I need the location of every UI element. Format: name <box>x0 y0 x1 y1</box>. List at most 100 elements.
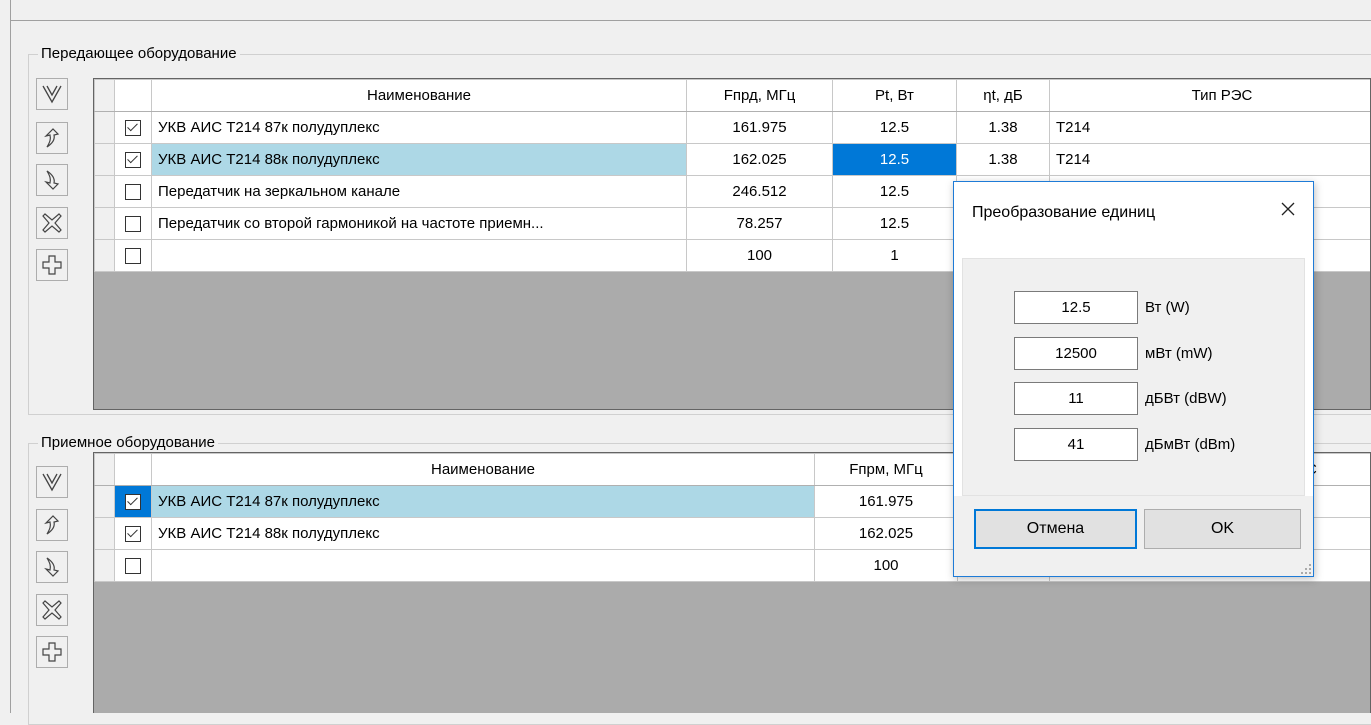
row-checkbox[interactable] <box>115 144 152 176</box>
move-up-icon <box>41 127 63 149</box>
row-header[interactable] <box>95 240 115 272</box>
add-button[interactable] <box>36 636 68 668</box>
cell-name[interactable]: УКВ АИС Т214 88к полудуплекс <box>152 518 815 550</box>
cell-frequency[interactable]: 162.025 <box>687 144 833 176</box>
row-header[interactable] <box>95 176 115 208</box>
check-column-header[interactable] <box>115 454 152 486</box>
row-checkbox[interactable] <box>115 208 152 240</box>
delete-icon <box>41 212 63 234</box>
move-down-icon <box>41 556 63 578</box>
milliwatt-label: мВт (mW) <box>1145 345 1213 362</box>
row-header-corner <box>95 454 115 486</box>
cell-name[interactable]: УКВ АИС Т214 87к полудуплекс <box>152 112 687 144</box>
checkbox[interactable] <box>125 494 141 510</box>
column-header-name[interactable]: Наименование <box>152 80 687 112</box>
row-header[interactable] <box>95 518 115 550</box>
milliwatt-input[interactable]: 12500 <box>1014 337 1138 370</box>
dbm-label: дБмВт (dBm) <box>1145 436 1235 453</box>
cell-name[interactable]: УКВ АИС Т214 88к полудуплекс <box>152 144 687 176</box>
row-header[interactable] <box>95 550 115 582</box>
row-checkbox[interactable] <box>115 486 152 518</box>
checkbox[interactable] <box>125 216 141 232</box>
cell-power[interactable]: 12.5 <box>833 112 957 144</box>
check-all-button[interactable] <box>36 78 68 110</box>
checkbox[interactable] <box>125 248 141 264</box>
add-icon <box>41 254 63 276</box>
table-row[interactable]: УКВ АИС Т214 88к полудуплекс 162.025 12.… <box>95 144 1371 176</box>
row-header[interactable] <box>95 208 115 240</box>
check-all-icon <box>41 83 63 105</box>
cell-loss[interactable]: 1.38 <box>957 144 1050 176</box>
delete-button[interactable] <box>36 207 68 239</box>
cell-power[interactable]: 12.5 <box>833 208 957 240</box>
close-icon <box>1280 201 1296 217</box>
cell-frequency[interactable]: 78.257 <box>687 208 833 240</box>
dialog-body: 12.5 Вт (W) 12500 мВт (mW) 11 дБВт (dBW)… <box>962 258 1305 496</box>
ok-button[interactable]: OK <box>1144 509 1301 549</box>
top-panel-edge <box>10 0 1371 21</box>
cell-frequency[interactable]: 100 <box>815 550 958 582</box>
cell-power[interactable]: 12.5 <box>833 144 957 176</box>
column-header-power[interactable]: Pt, Вт <box>833 80 957 112</box>
move-down-button[interactable] <box>36 164 68 196</box>
checkbox[interactable] <box>125 526 141 542</box>
move-up-button[interactable] <box>36 509 68 541</box>
checkbox[interactable] <box>125 558 141 574</box>
row-header-corner <box>95 80 115 112</box>
watt-label: Вт (W) <box>1145 299 1190 316</box>
move-up-button[interactable] <box>36 122 68 154</box>
cell-name[interactable]: Передатчик на зеркальном канале <box>152 176 687 208</box>
row-checkbox[interactable] <box>115 518 152 550</box>
dialog-close-button[interactable] <box>1273 194 1303 224</box>
column-header-frequency[interactable]: Fпрд, МГц <box>687 80 833 112</box>
receive-group-title: Приемное оборудование <box>38 434 218 451</box>
row-checkbox[interactable] <box>115 176 152 208</box>
dialog-footer: Отмена OK <box>954 496 1313 576</box>
column-header-loss[interactable]: ηt, дБ <box>957 80 1050 112</box>
cell-name[interactable] <box>152 550 815 582</box>
cell-frequency[interactable]: 161.975 <box>815 486 958 518</box>
dialog-title: Преобразование единиц <box>972 204 1155 222</box>
unit-conversion-dialog: Преобразование единиц 12.5 Вт (W) 12500 … <box>953 181 1314 577</box>
cell-name[interactable]: УКВ АИС Т214 87к полудуплекс <box>152 486 815 518</box>
cell-power[interactable]: 1 <box>833 240 957 272</box>
check-all-button[interactable] <box>36 466 68 498</box>
cell-name[interactable] <box>152 240 687 272</box>
checkbox[interactable] <box>125 152 141 168</box>
move-down-icon <box>41 169 63 191</box>
dbw-label: дБВт (dBW) <box>1145 390 1227 407</box>
row-header[interactable] <box>95 486 115 518</box>
checkbox[interactable] <box>125 120 141 136</box>
check-column-header[interactable] <box>115 80 152 112</box>
row-header[interactable] <box>95 144 115 176</box>
cell-loss[interactable]: 1.38 <box>957 112 1050 144</box>
column-header-frequency[interactable]: Fпрм, МГц <box>815 454 958 486</box>
cell-type[interactable]: T214 <box>1050 144 1371 176</box>
row-checkbox[interactable] <box>115 550 152 582</box>
cell-frequency[interactable]: 161.975 <box>687 112 833 144</box>
cell-frequency[interactable]: 100 <box>687 240 833 272</box>
column-header-type[interactable]: Тип РЭС <box>1050 80 1371 112</box>
row-checkbox[interactable] <box>115 240 152 272</box>
cell-frequency[interactable]: 162.025 <box>815 518 958 550</box>
resize-grip-icon[interactable] <box>1301 564 1311 574</box>
checkbox[interactable] <box>125 184 141 200</box>
cell-frequency[interactable]: 246.512 <box>687 176 833 208</box>
add-button[interactable] <box>36 249 68 281</box>
dbm-input[interactable]: 41 <box>1014 428 1138 461</box>
watt-input[interactable]: 12.5 <box>1014 291 1138 324</box>
cell-power[interactable]: 12.5 <box>833 176 957 208</box>
row-checkbox[interactable] <box>115 112 152 144</box>
transmit-group-title: Передающее оборудование <box>38 45 240 62</box>
move-up-icon <box>41 514 63 536</box>
cell-type[interactable]: T214 <box>1050 112 1371 144</box>
row-header[interactable] <box>95 112 115 144</box>
cell-name[interactable]: Передатчик со второй гармоникой на часто… <box>152 208 687 240</box>
left-panel-edge <box>10 20 11 713</box>
table-row[interactable]: УКВ АИС Т214 87к полудуплекс 161.975 12.… <box>95 112 1371 144</box>
dbw-input[interactable]: 11 <box>1014 382 1138 415</box>
column-header-name[interactable]: Наименование <box>152 454 815 486</box>
cancel-button[interactable]: Отмена <box>974 509 1137 549</box>
move-down-button[interactable] <box>36 551 68 583</box>
delete-button[interactable] <box>36 594 68 626</box>
